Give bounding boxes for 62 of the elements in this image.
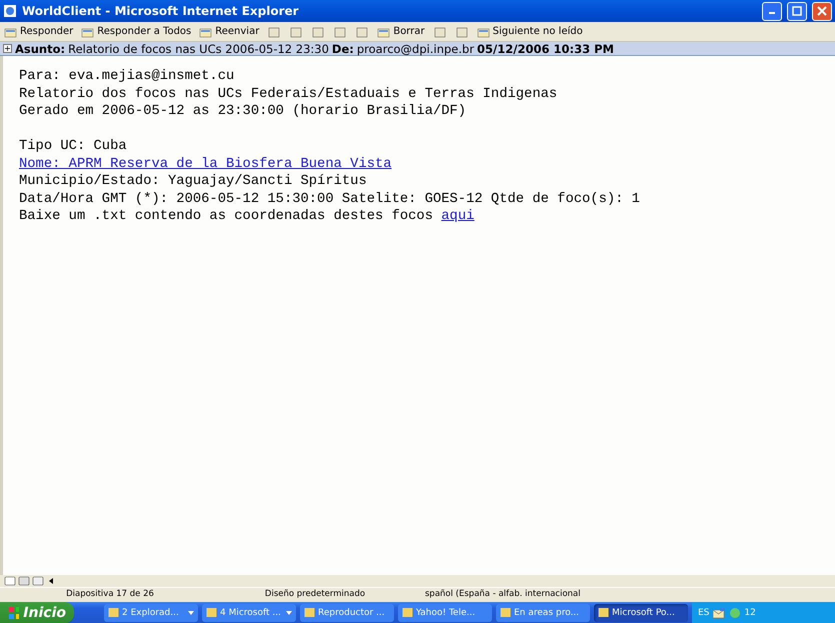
sorter-view-icon[interactable] — [18, 575, 30, 587]
windows-logo — [8, 606, 20, 620]
body-text: Relatorio dos focos nas UCs Federais/Estaduais e Terras Indigenas — [19, 86, 558, 103]
normal-view-icon[interactable] — [4, 575, 16, 587]
expand-button[interactable]: + — [3, 44, 12, 53]
toolbar-button[interactable]: Reenviar — [199, 26, 260, 38]
taskbar-button[interactable]: Microsoft Po... — [594, 604, 688, 622]
document-icon — [333, 26, 348, 38]
document-icon — [454, 26, 469, 38]
body-text: Gerado em 2006-05-12 as 23:30:00 (horario Brasilia/DF) — [19, 103, 468, 120]
status-text: Diseño predeterminado — [264, 589, 366, 599]
clock: 12 — [744, 608, 756, 618]
taskbar-button[interactable]: 4 Microsoft ... — [202, 604, 296, 622]
body-text: Para: eva.mejias@insmet.cu — [19, 68, 236, 86]
document-icon — [289, 26, 304, 38]
status-text: spañol (España - alfab. internacional — [424, 589, 582, 599]
toolbar-button[interactable] — [454, 26, 469, 38]
reserve-link[interactable]: Nome: APRM Reserva de la Biosfera Buena Vista — [19, 156, 392, 172]
close-icon — [817, 6, 827, 16]
document-icon — [311, 26, 326, 38]
start-button[interactable]: Inicio — [0, 602, 74, 623]
toolbar-button[interactable]: Responder a Todos — [81, 26, 192, 38]
taskbar-button[interactable]: 2 Explorad... — [104, 604, 198, 622]
toolbar-button[interactable] — [355, 26, 370, 38]
toolbar-button[interactable] — [289, 26, 304, 38]
toolbar-button[interactable] — [267, 26, 282, 38]
body-text: Tipo UC: Cuba — [19, 138, 128, 156]
document-icon — [267, 26, 282, 38]
app-icon — [108, 607, 119, 618]
document-icon — [355, 26, 370, 38]
browser-icon — [3, 4, 17, 18]
taskbar-button[interactable]: Yahoo! Tele... — [398, 604, 492, 622]
tray-icon[interactable] — [729, 606, 742, 618]
toolbar-button[interactable] — [311, 26, 326, 38]
body-text: Baixe um .txt contendo as coordenadas destes focos — [19, 209, 433, 224]
taskbar-button[interactable]: Reproductor ... — [300, 604, 394, 622]
toolbar-button[interactable]: Borrar — [377, 26, 425, 38]
subject-label: Asunto: — [15, 42, 66, 56]
toolbar-button[interactable] — [333, 26, 348, 38]
app-icon — [304, 607, 315, 618]
document-icon — [432, 26, 447, 38]
toolbar-button[interactable]: Responder — [4, 26, 74, 38]
message-date: 05/12/2006 10:33 PM — [477, 42, 614, 56]
app-icon — [598, 607, 609, 618]
app-icon — [206, 607, 217, 618]
app-icon — [402, 607, 413, 618]
sender-address: proarco@dpi.inpe.br — [356, 42, 474, 56]
close-button[interactable] — [812, 2, 832, 20]
maximize-icon — [792, 6, 802, 16]
download-link[interactable]: aqui — [441, 209, 474, 224]
maximize-button[interactable] — [787, 2, 807, 20]
window-title: WorldClient - Microsoft Internet Explorer — [22, 4, 300, 18]
from-label: De: — [332, 42, 354, 56]
toolbar-button[interactable]: Siguiente no leído — [476, 26, 583, 38]
taskbar-button[interactable]: En areas pro... — [496, 604, 590, 622]
status-text: Diapositiva 17 de 26 — [65, 589, 155, 599]
app-icon — [500, 607, 511, 618]
body-text: Municipio/Estado: Yaguajay/Sancti Spíritus — [19, 173, 368, 190]
body-text: Data/Hora GMT (*): 2006-05-12 15:30:00 Satelite: GOES-12 Qtde de foco(s): 1 — [19, 190, 641, 208]
toolbar-button[interactable] — [432, 26, 447, 38]
minimize-button[interactable] — [762, 2, 782, 20]
subject-text: Relatorio de focos nas UCs 2006-05-12 23:30 — [68, 42, 329, 56]
